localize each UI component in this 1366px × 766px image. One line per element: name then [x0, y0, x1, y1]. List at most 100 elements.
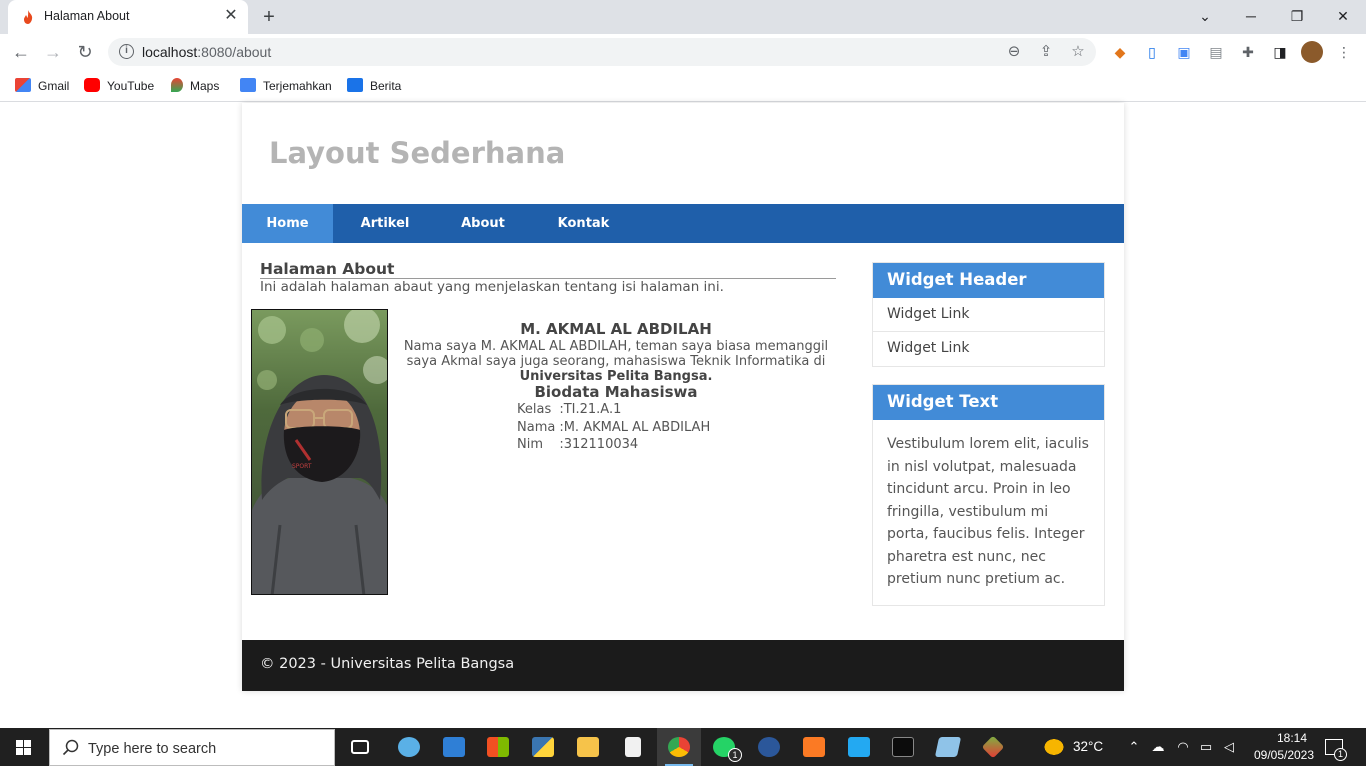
url-text[interactable]: localhost:8080/about: [142, 44, 271, 60]
bookmark-gmail[interactable]: Gmail: [15, 77, 69, 95]
taskbar-app-notes[interactable]: [926, 728, 970, 766]
biodata-title: Biodata Mahasiswa: [534, 383, 698, 401]
search-placeholder: Type here to search: [88, 741, 217, 757]
notification-badge: 1: [1334, 748, 1347, 761]
metamask-extension-icon[interactable]: ◆: [1110, 42, 1130, 62]
new-tab-button[interactable]: +: [258, 6, 280, 28]
extension-icon[interactable]: ▯: [1142, 42, 1162, 62]
bookmark-berita[interactable]: Berita: [347, 77, 401, 95]
nav-about[interactable]: About: [437, 204, 529, 243]
taskbar-app-vscode[interactable]: [837, 728, 881, 766]
taskbar-app-word[interactable]: [747, 728, 791, 766]
clock-time[interactable]: 18:14: [1264, 731, 1320, 745]
taskbar-app-mail[interactable]: [432, 728, 476, 766]
url-host: localhost: [142, 44, 198, 60]
start-button[interactable]: [0, 728, 48, 766]
site-title: Layout Sederhana: [269, 136, 566, 170]
taskbar-app-store[interactable]: [476, 728, 520, 766]
bookmark-label: Maps: [190, 79, 220, 93]
bio-section: M. AKMAL AL ABDILAH Nama saya M. AKMAL A…: [397, 320, 835, 401]
news-icon: [347, 78, 363, 92]
onedrive-cloud-icon[interactable]: ☁: [1150, 739, 1166, 755]
university-label: Universitas Pelita Bangsa.: [519, 369, 713, 384]
share-icon[interactable]: ⇪: [1036, 42, 1056, 62]
taskbar-search[interactable]: Type here to search: [49, 729, 335, 766]
bookmark-label: Berita: [370, 79, 402, 93]
speaker-icon[interactable]: ◁: [1221, 739, 1237, 755]
chevron-up-icon[interactable]: ⌃: [1126, 739, 1142, 755]
taskbar-app-python[interactable]: [521, 728, 565, 766]
profile-avatar[interactable]: [1301, 41, 1323, 63]
flame-icon: [24, 10, 33, 24]
windows-logo-icon: [16, 740, 31, 755]
widget-link[interactable]: Widget Link: [873, 298, 1104, 332]
widget-header: Widget Text: [873, 385, 1104, 420]
restore-icon[interactable]: ❐: [1282, 4, 1312, 28]
reload-icon[interactable]: ↻: [72, 39, 98, 65]
battery-icon[interactable]: ▭: [1198, 739, 1214, 755]
weather-temp[interactable]: 32°C: [1073, 739, 1103, 754]
puzzle-icon[interactable]: ✚: [1238, 42, 1258, 62]
youtube-icon: [84, 78, 100, 92]
main-nav: Home Artikel About Kontak: [242, 204, 1124, 243]
store-icon: [487, 737, 509, 757]
nav-kontak[interactable]: Kontak: [529, 204, 638, 243]
taskbar-app-xampp[interactable]: [792, 728, 836, 766]
nav-artikel[interactable]: Artikel: [333, 204, 437, 243]
bookmark-star-icon[interactable]: ☆: [1068, 42, 1088, 62]
forward-icon[interactable]: →: [40, 39, 66, 65]
chrome-icon: [668, 737, 690, 757]
biodata-key: Nama: [517, 419, 556, 435]
taskbar-app-whatsapp[interactable]: 1: [702, 728, 746, 766]
weather-sun-icon[interactable]: [1042, 737, 1066, 757]
biodata-table: Kelas:TI.21.A.1 Nama:M. AKMAL AL ABDILAH…: [515, 400, 712, 455]
paint-icon: [398, 737, 420, 757]
close-window-icon[interactable]: ✕: [1328, 4, 1358, 28]
xampp-icon: [803, 737, 825, 757]
biodata-row: Nim:312110034: [517, 437, 710, 453]
taskbar-app-notepad[interactable]: [611, 728, 655, 766]
close-tab-icon[interactable]: ✕: [222, 7, 240, 25]
site-info-icon[interactable]: i: [119, 44, 134, 59]
web-page: Layout Sederhana Home Artikel About Kont…: [0, 103, 1366, 728]
taskbar-app-chrome[interactable]: [657, 728, 701, 766]
biodata-value: :312110034: [559, 437, 639, 452]
profile-photo: SPORT: [251, 309, 388, 595]
biodata-value: :TI.21.A.1: [559, 402, 622, 417]
taskbar-app-explorer[interactable]: [566, 728, 610, 766]
address-bar[interactable]: i localhost:8080/about ⊖ ⇪ ☆: [108, 38, 1096, 66]
nav-home[interactable]: Home: [242, 204, 333, 243]
python-icon: [532, 737, 554, 757]
translate-icon: [240, 78, 256, 92]
student-name: M. AKMAL AL ABDILAH: [520, 320, 712, 338]
clock-date[interactable]: 09/05/2023: [1248, 748, 1320, 762]
wifi-icon[interactable]: ◠: [1175, 739, 1191, 755]
browser-tab[interactable]: Halaman About ✕: [8, 0, 248, 34]
widget-link[interactable]: Widget Link: [873, 332, 1104, 366]
git-icon: [981, 735, 1005, 759]
task-view-button[interactable]: [338, 728, 382, 766]
site-header: Layout Sederhana: [242, 103, 1124, 204]
taskbar-app-terminal[interactable]: [881, 728, 925, 766]
side-panel-icon[interactable]: ◨: [1270, 42, 1290, 62]
bookmark-youtube[interactable]: YouTube: [84, 77, 154, 95]
translate-extension-icon[interactable]: ▣: [1174, 42, 1194, 62]
gmail-icon: [15, 78, 31, 92]
search-icon: [62, 739, 79, 756]
menu-icon[interactable]: ⋮: [1334, 42, 1354, 62]
person-photo-icon: SPORT: [252, 310, 387, 594]
minimize-icon[interactable]: ─: [1236, 4, 1266, 28]
zoom-icon[interactable]: ⊖: [1004, 42, 1024, 62]
taskbar-app-git[interactable]: [971, 728, 1015, 766]
bookmark-maps[interactable]: Maps: [171, 77, 219, 95]
biodata-value: :M. AKMAL AL ABDILAH: [559, 419, 711, 435]
widget-header: Widget Header: [873, 263, 1104, 298]
back-icon[interactable]: ←: [8, 39, 34, 65]
widget-links: Widget Header Widget Link Widget Link: [872, 262, 1105, 367]
tab-search-icon[interactable]: ⌄: [1190, 4, 1220, 28]
page-heading: Halaman About: [260, 260, 836, 279]
biodata-row: Kelas:TI.21.A.1: [517, 402, 710, 418]
media-extension-icon[interactable]: ▤: [1206, 42, 1226, 62]
bookmark-terjemahkan[interactable]: Terjemahkan: [240, 77, 332, 95]
taskbar-app-paint[interactable]: [387, 728, 431, 766]
